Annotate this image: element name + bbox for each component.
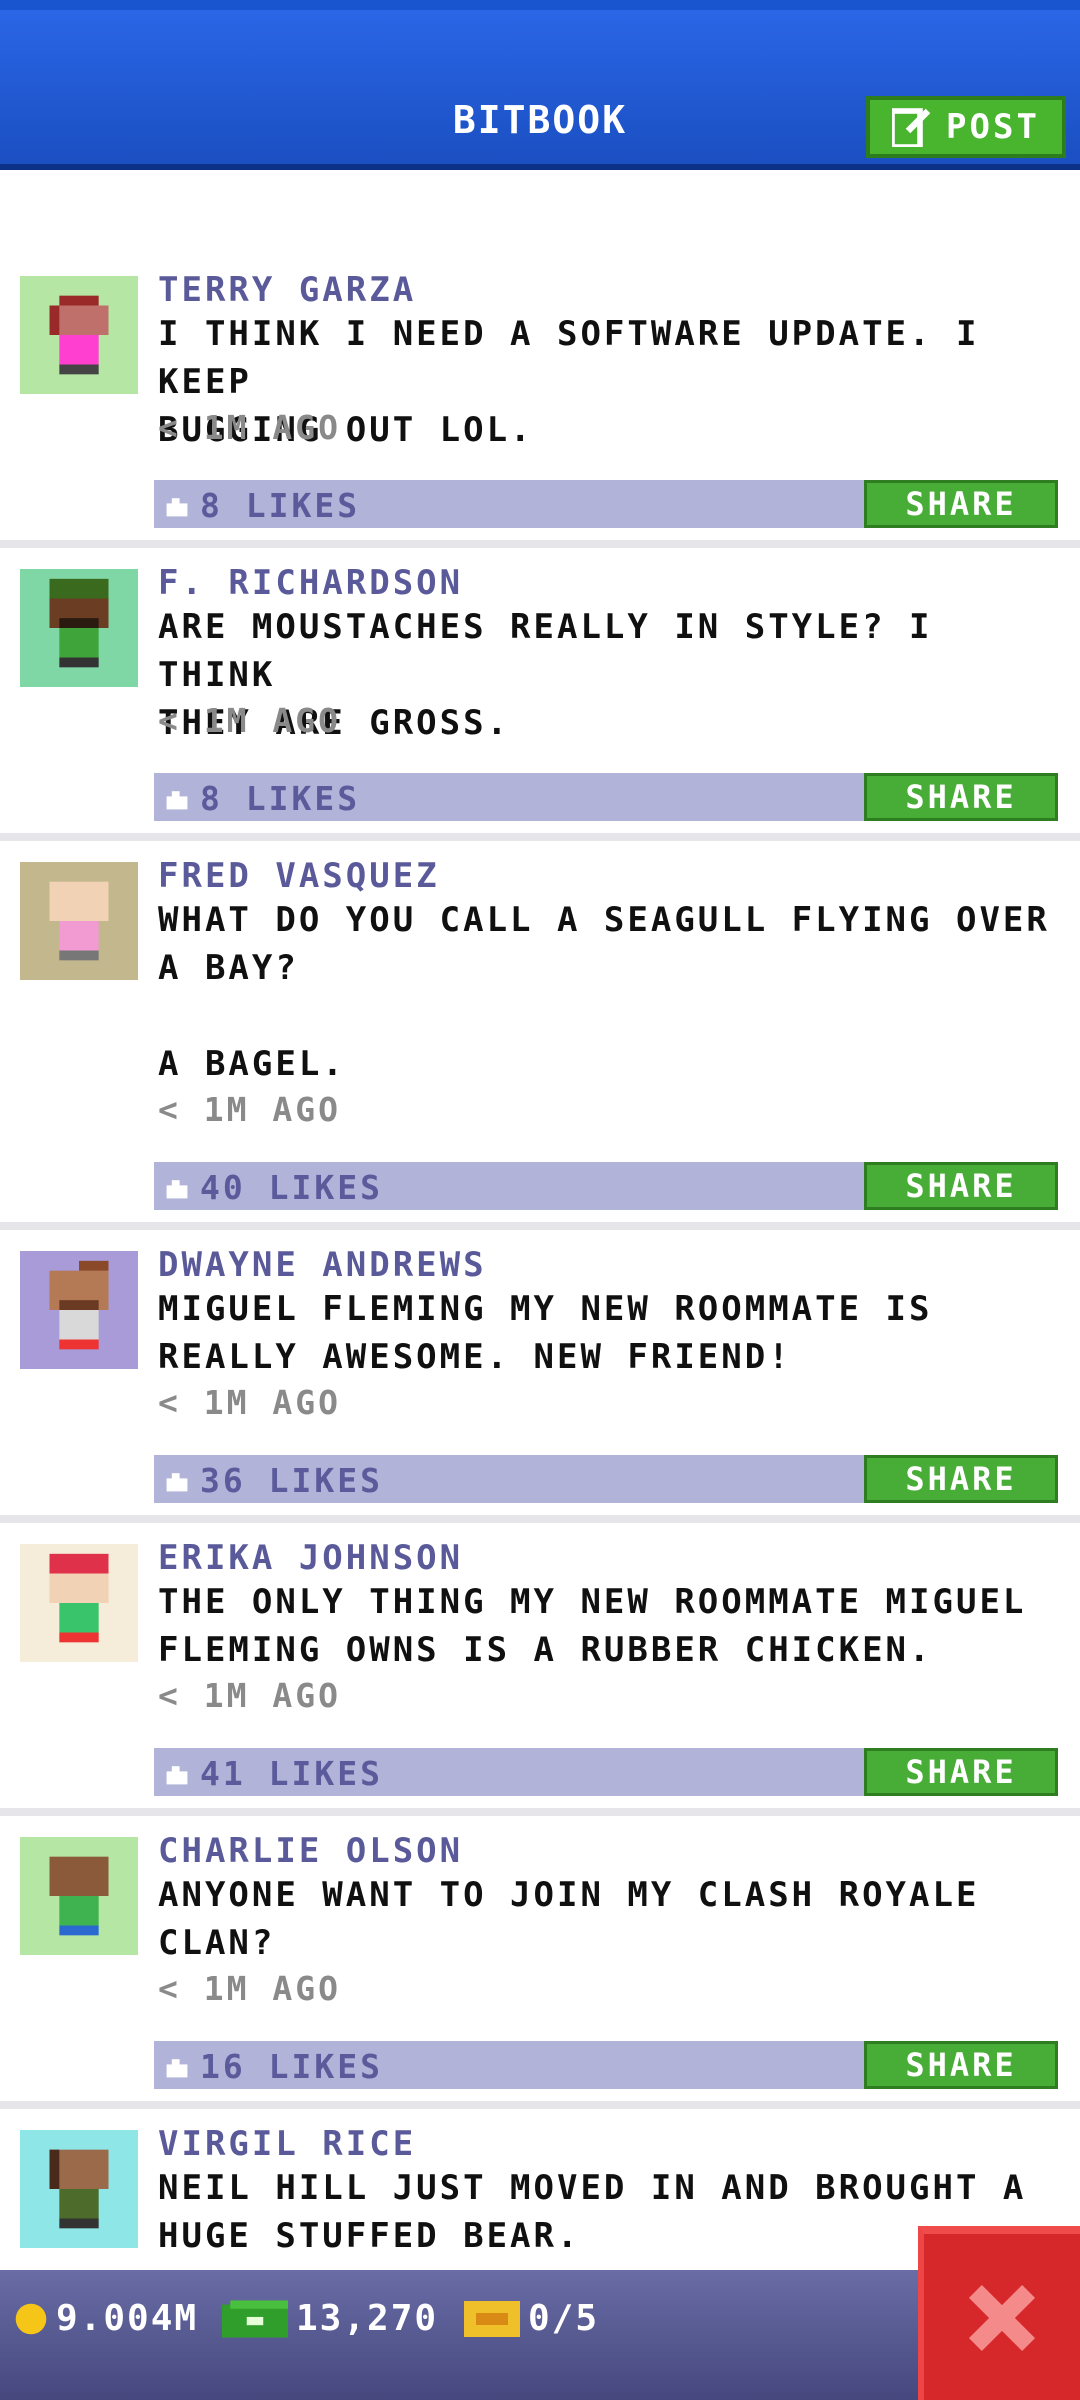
divider	[0, 1808, 1080, 1816]
likes-bar: 8 LIKES SHARE	[154, 480, 1058, 528]
likes-count-wrap[interactable]: 41 LIKES	[164, 1754, 383, 1793]
divider	[0, 1222, 1080, 1230]
close-icon	[968, 2284, 1036, 2352]
post-text: THE ONLY THING MY NEW ROOMMATE MIGUEL FL…	[158, 1582, 1027, 1670]
likes-count: 8 LIKES	[200, 486, 361, 525]
share-button[interactable]: SHARE	[864, 1748, 1058, 1796]
likes-count-wrap[interactable]: 8 LIKES	[164, 779, 360, 818]
like-icon	[166, 1179, 188, 1198]
post-author[interactable]: FRED VASQUEZ	[158, 856, 440, 896]
divider	[0, 540, 1080, 548]
likes-count: 40 LIKES	[200, 1168, 383, 1207]
post-text: ANYONE WANT TO JOIN MY CLASH ROYALE CLAN…	[158, 1875, 980, 1963]
post-time: < 1M AGO	[158, 1969, 341, 2008]
bux-stat[interactable]: 13,270	[222, 2298, 438, 2339]
tickets-stat[interactable]: 0/5	[464, 2298, 599, 2339]
likes-bar: 36 LIKES SHARE	[154, 1455, 1058, 1503]
likes-count: 41 LIKES	[200, 1754, 383, 1793]
post-text: WHAT DO YOU CALL A SEAGULL FLYING OVER A…	[158, 900, 1050, 1084]
avatar[interactable]	[20, 862, 138, 980]
likes-count: 36 LIKES	[200, 1461, 383, 1500]
post-time: < 1M AGO	[158, 701, 341, 740]
likes-count-wrap[interactable]: 8 LIKES	[164, 486, 360, 525]
like-icon	[166, 1765, 188, 1784]
avatar[interactable]	[20, 1837, 138, 1955]
avatar[interactable]	[20, 276, 138, 394]
share-button[interactable]: SHARE	[864, 480, 1058, 528]
share-button[interactable]: SHARE	[864, 1455, 1058, 1503]
coin-icon	[15, 2303, 47, 2334]
post-time: < 1M AGO	[158, 1383, 341, 1422]
post-author[interactable]: VIRGIL RICE	[158, 2124, 416, 2164]
tickets-value: 0/5	[528, 2298, 600, 2339]
post-author[interactable]: CHARLIE OLSON	[158, 1831, 463, 1871]
likes-count-wrap[interactable]: 40 LIKES	[164, 1168, 383, 1207]
post-author[interactable]: F. RICHARDSON	[158, 563, 463, 603]
post-author[interactable]: TERRY GARZA	[158, 270, 416, 310]
close-button[interactable]	[918, 2226, 1080, 2400]
post-time: < 1M AGO	[158, 1090, 341, 1129]
likes-bar: 8 LIKES SHARE	[154, 773, 1058, 821]
post-button[interactable]: POST	[866, 96, 1066, 158]
divider	[0, 833, 1080, 841]
coins-value: 9.004M	[56, 2298, 199, 2339]
post-author[interactable]: ERIKA JOHNSON	[158, 1538, 463, 1578]
like-icon	[166, 2058, 188, 2077]
post-time: < 1M AGO	[158, 408, 341, 447]
share-button[interactable]: SHARE	[864, 773, 1058, 821]
bux-icon	[222, 2299, 288, 2338]
likes-count-wrap[interactable]: 36 LIKES	[164, 1461, 383, 1500]
bux-value: 13,270	[296, 2298, 439, 2339]
post-author[interactable]: DWAYNE ANDREWS	[158, 1245, 487, 1285]
edit-icon	[892, 108, 931, 147]
ticket-icon	[464, 2300, 520, 2337]
like-icon	[166, 790, 188, 809]
like-icon	[166, 1472, 188, 1491]
post-button-label: POST	[946, 107, 1040, 147]
likes-bar: 41 LIKES SHARE	[154, 1748, 1058, 1796]
like-icon	[166, 497, 188, 516]
likes-count: 8 LIKES	[200, 779, 361, 818]
avatar[interactable]	[20, 569, 138, 687]
avatar[interactable]	[20, 1544, 138, 1662]
post-time: < 1M AGO	[158, 1676, 341, 1715]
feed[interactable]: TERRY GARZA I THINK I NEED A SOFTWARE UP…	[0, 170, 1080, 2270]
post-text: MIGUEL FLEMING MY NEW ROOMMATE IS REALLY…	[158, 1289, 933, 1377]
likes-count-wrap[interactable]: 16 LIKES	[164, 2047, 383, 2086]
avatar[interactable]	[20, 1251, 138, 1369]
likes-bar: 40 LIKES SHARE	[154, 1162, 1058, 1210]
share-button[interactable]: SHARE	[864, 2041, 1058, 2089]
likes-bar: 16 LIKES SHARE	[154, 2041, 1058, 2089]
likes-count: 16 LIKES	[200, 2047, 383, 2086]
divider	[0, 1515, 1080, 1523]
top-bar: BITBOOK POST	[0, 0, 1080, 170]
divider	[0, 2101, 1080, 2109]
share-button[interactable]: SHARE	[864, 1162, 1058, 1210]
avatar[interactable]	[20, 2130, 138, 2248]
coins-stat[interactable]: 9.004M	[14, 2298, 198, 2339]
